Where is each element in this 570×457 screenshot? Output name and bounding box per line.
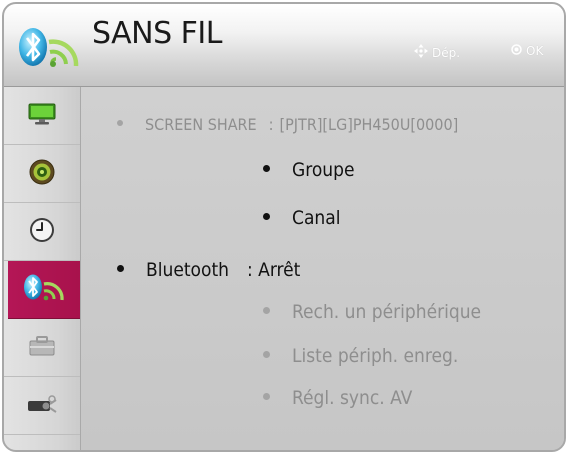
screen-share-label: SCREEN SHARE [145, 115, 257, 134]
screen-share-value: [PJTR][LG]PH450U[0000] [279, 115, 459, 134]
bullet [263, 307, 270, 314]
sidebar-item-option[interactable] [4, 319, 80, 377]
bullet [117, 120, 123, 126]
menu-item-label: Régl. sync. AV [292, 387, 413, 409]
bluetooth-wireless-icon [22, 273, 66, 307]
clock-time-icon [28, 216, 56, 248]
menu-item-groupe[interactable]: Groupe [263, 159, 355, 181]
speaker-audio-icon [28, 158, 56, 190]
move-hint-label: Dép. [432, 45, 461, 60]
projector-icon [26, 393, 58, 419]
ok-hint-label: OK [526, 44, 544, 58]
sidebar-item-time[interactable] [4, 203, 80, 261]
move-hint: Dép. [414, 44, 460, 61]
picture-monitor-icon [28, 102, 56, 130]
sidebar-item-audio[interactable] [4, 145, 80, 203]
screen-share-row[interactable]: SCREEN SHARE : [PJTR][LG]PH450U[0000] [117, 115, 458, 134]
menu-item-regl-sync[interactable]: Régl. sync. AV [263, 387, 412, 409]
bluetooth-wireless-icon [16, 26, 82, 70]
bluetooth-label: Bluetooth [146, 259, 229, 281]
menu-item-canal[interactable]: Canal [263, 207, 340, 229]
dpad-icon [414, 44, 432, 61]
sidebar-item-picture[interactable] [4, 87, 80, 145]
menu-item-label: Liste périph. enreg. [292, 345, 459, 367]
menu-item-rech-peripherique[interactable]: Rech. un périphérique [263, 301, 481, 323]
category-sidebar [4, 87, 81, 450]
bluetooth-value: : Arrêt [246, 259, 301, 281]
menu-item-label: Rech. un périphérique [292, 301, 482, 323]
menu-item-bluetooth[interactable]: Bluetooth : Arrêt [117, 259, 300, 281]
menu-item-label: Canal [292, 207, 341, 229]
bullet [263, 213, 270, 220]
sidebar-item-input[interactable] [4, 377, 80, 435]
menu-item-label: Groupe [292, 159, 355, 181]
wireless-menu-screen: SANS FIL Dép. OK SCREEN SHARE: [PJTR][L… [2, 2, 566, 452]
bullet [263, 165, 270, 172]
option-toolbox-icon [28, 334, 56, 362]
ok-button-icon [511, 44, 526, 58]
page-title: SANS FIL [92, 16, 222, 51]
sidebar-item-wireless[interactable] [8, 261, 80, 319]
wireless-settings-list: SCREEN SHARE : [PJTR][LG]PH450U[0000] Gr… [81, 87, 564, 450]
menu-header: SANS FIL Dép. OK [4, 4, 564, 87]
bullet [263, 393, 270, 400]
ok-hint: OK [511, 44, 543, 58]
bullet [117, 265, 124, 272]
menu-item-liste-periph[interactable]: Liste périph. enreg. [263, 345, 458, 367]
bullet [263, 351, 270, 358]
